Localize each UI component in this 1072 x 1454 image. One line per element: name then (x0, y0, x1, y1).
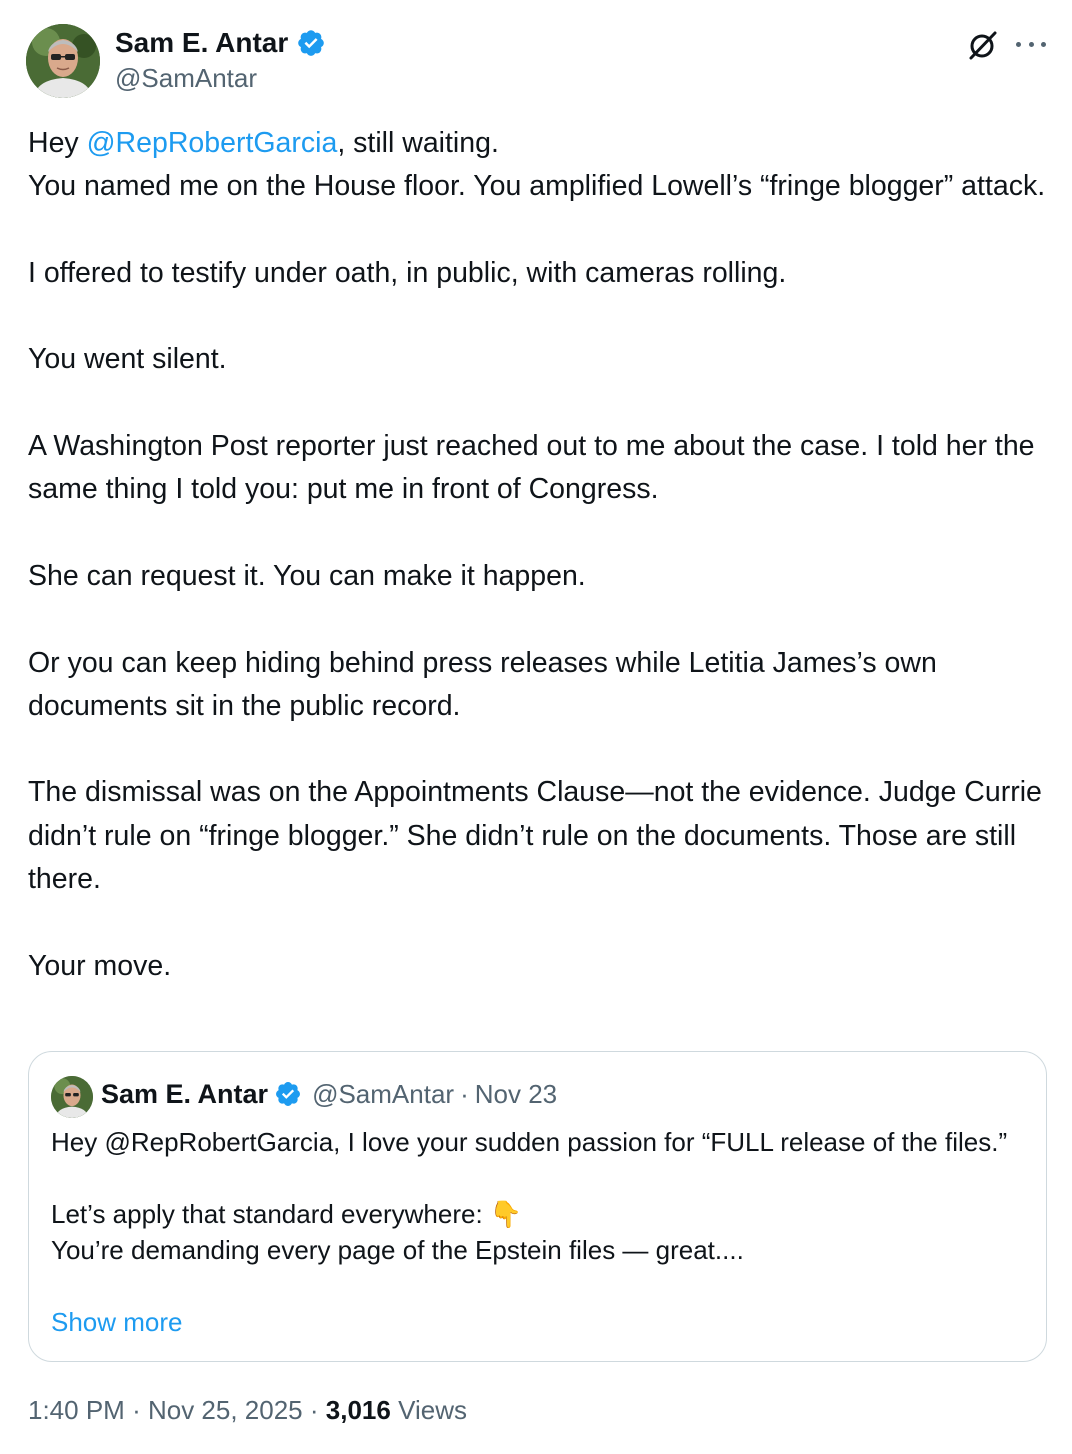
show-more-link[interactable]: Show more (51, 1304, 183, 1340)
mention-link[interactable]: @RepRobertGarcia (87, 127, 338, 159)
author-avatar[interactable] (26, 24, 100, 98)
quote-date[interactable]: Nov 23 (475, 1077, 557, 1111)
meta-separator: · (132, 1395, 141, 1425)
quote-header: Sam E. Antar @SamAntar · Nov 23 (101, 1077, 557, 1111)
quote-author-name[interactable]: Sam E. Antar (101, 1077, 268, 1111)
quote-separator: · (460, 1079, 469, 1109)
tweet-paragraph: Your move. (28, 949, 172, 982)
author-handle[interactable]: @SamAntar (115, 62, 257, 94)
quoted-tweet[interactable]: Sam E. Antar @SamAntar · Nov 23 Hey @Rep… (28, 1051, 1047, 1362)
verified-badge-icon[interactable] (274, 1080, 302, 1108)
tweet-text-segment: , still waiting. (337, 127, 499, 159)
tweet-text-segment: You named me on the House floor. You amp… (28, 170, 1046, 203)
verified-badge-icon[interactable] (296, 28, 326, 58)
tweet-text: Hey @RepRobertGarcia, still waiting. You … (28, 122, 1048, 988)
author-name-row[interactable]: Sam E. Antar (115, 26, 326, 60)
more-icon[interactable] (1016, 30, 1046, 58)
tweet-paragraph: The dismissal was on the Appointments Cl… (28, 776, 1042, 896)
tweet-text-segment: Hey (28, 127, 87, 159)
tweet-time[interactable]: 1:40 PM (28, 1395, 125, 1425)
quote-paragraph: Hey @RepRobertGarcia, I love your sudden… (51, 1127, 1008, 1157)
grok-icon[interactable] (966, 28, 1000, 62)
tweet-date[interactable]: Nov 25, 2025 (148, 1395, 303, 1425)
quote-author-avatar[interactable] (51, 1076, 93, 1118)
tweet-paragraph: I offered to testify under oath, in publ… (28, 256, 787, 289)
quote-author-handle[interactable]: @SamAntar (312, 1077, 454, 1111)
views-count[interactable]: 3,016 (326, 1395, 391, 1425)
tweet-meta: 1:40 PM · Nov 25, 2025 · 3,016 Views (28, 1392, 467, 1428)
quote-text: Hey @RepRobertGarcia, I love your sudden… (51, 1124, 1011, 1268)
author-display-name[interactable]: Sam E. Antar (115, 26, 288, 60)
tweet-paragraph: You went silent. (28, 343, 227, 376)
quote-paragraph: Let’s apply that standard everywhere: 👇 (51, 1199, 523, 1229)
tweet-paragraph: She can request it. You can make it happ… (28, 559, 586, 592)
views-label: Views (398, 1395, 467, 1425)
quote-paragraph: You’re demanding every page of the Epste… (51, 1235, 744, 1265)
tweet-paragraph: Or you can keep hiding behind press rele… (28, 646, 937, 722)
tweet-paragraph: A Washington Post reporter just reached … (28, 430, 1035, 506)
tweet-paragraph: Hey @RepRobertGarcia, still waiting. You … (28, 122, 1048, 209)
tweet-card: Sam E. Antar @SamAntar Hey @RepRobertGar… (0, 0, 1072, 1454)
meta-separator: · (309, 1395, 319, 1425)
